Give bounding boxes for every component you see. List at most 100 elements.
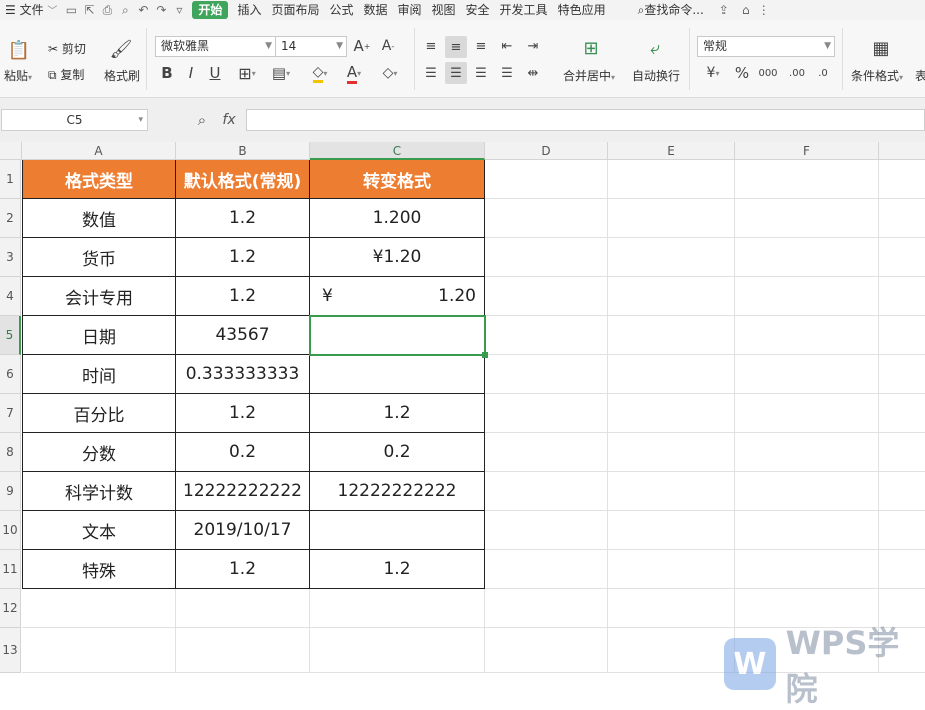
- cell-d10[interactable]: [485, 511, 608, 550]
- row-header-2[interactable]: 2: [0, 199, 21, 238]
- row-header-6[interactable]: 6: [0, 355, 21, 394]
- cell-d7[interactable]: [485, 394, 608, 433]
- cell-c7[interactable]: 1.2: [310, 394, 485, 433]
- tab-insert[interactable]: 插入: [232, 0, 266, 20]
- clear-format-icon[interactable]: ◇ ▾: [376, 63, 404, 83]
- cell-e8[interactable]: [608, 433, 735, 472]
- thousands-separator-icon[interactable]: 000: [758, 63, 778, 83]
- cell-c11[interactable]: 1.2: [310, 550, 485, 589]
- cell-g10[interactable]: [879, 511, 925, 550]
- decrease-decimal-icon[interactable]: .0: [812, 63, 834, 83]
- row-header-1[interactable]: 1: [0, 160, 21, 199]
- cell-d11[interactable]: [485, 550, 608, 589]
- cell-e10[interactable]: [608, 511, 735, 550]
- font-color-icon[interactable]: A ▾: [340, 63, 368, 84]
- increase-indent-icon[interactable]: ⇥: [523, 36, 543, 56]
- font-name-select[interactable]: 微软雅黑 ▼: [155, 36, 276, 57]
- cell-e2[interactable]: [608, 199, 735, 238]
- tab-page-layout[interactable]: 页面布局: [266, 0, 324, 20]
- cell-g7[interactable]: [879, 394, 925, 433]
- column-header-e[interactable]: E: [608, 142, 735, 160]
- search-command[interactable]: ⌕查找命令...: [633, 0, 709, 20]
- cell-d6[interactable]: [485, 355, 608, 394]
- cell-g9[interactable]: [879, 472, 925, 511]
- cell-e6[interactable]: [608, 355, 735, 394]
- save-icon[interactable]: ▭: [62, 0, 80, 20]
- conditional-format-icon[interactable]: ▦: [868, 36, 894, 60]
- row-header-12[interactable]: 12: [0, 589, 21, 628]
- border-icon[interactable]: ⊞ ▾: [234, 63, 260, 83]
- cell-f3[interactable]: [735, 238, 879, 277]
- tab-developer[interactable]: 开发工具: [495, 0, 553, 20]
- cell-a7[interactable]: 百分比: [22, 394, 176, 433]
- cell-a12[interactable]: [22, 589, 176, 628]
- cell-b4[interactable]: 1.2: [176, 277, 310, 316]
- cell-f2[interactable]: [735, 199, 879, 238]
- bold-icon[interactable]: B: [158, 63, 176, 83]
- cell-g1[interactable]: [879, 160, 925, 199]
- copy-button[interactable]: ⧉ 复制: [48, 66, 84, 83]
- cell-b1[interactable]: 默认格式(常规): [176, 160, 310, 199]
- cell-b8[interactable]: 0.2: [176, 433, 310, 472]
- cell-a13[interactable]: [22, 628, 176, 673]
- align-left-icon[interactable]: ☰: [421, 63, 441, 83]
- print-icon[interactable]: ⎙: [98, 0, 116, 20]
- column-header-g[interactable]: [879, 142, 925, 160]
- wrap-text-button[interactable]: 自动换行: [632, 67, 680, 84]
- cell-b9[interactable]: 12222222222: [176, 472, 310, 511]
- cell-f1[interactable]: [735, 160, 879, 199]
- cell-c12[interactable]: [310, 589, 485, 628]
- cell-f9[interactable]: [735, 472, 879, 511]
- cut-button[interactable]: ✂ 剪切: [48, 40, 86, 57]
- export-icon[interactable]: ⇱: [80, 0, 98, 20]
- row-header-9[interactable]: 9: [0, 472, 21, 511]
- increase-font-icon[interactable]: A +: [352, 36, 372, 56]
- cell-c2[interactable]: 1.200: [310, 199, 485, 238]
- tab-security[interactable]: 安全: [461, 0, 495, 20]
- paste-button[interactable]: 粘贴▾: [4, 67, 32, 84]
- cell-e9[interactable]: [608, 472, 735, 511]
- name-box[interactable]: C5 ▾: [1, 109, 148, 131]
- cell-a4[interactable]: 会计专用: [22, 277, 176, 316]
- paste-icon[interactable]: 📋: [8, 38, 30, 62]
- merge-center-icon[interactable]: ⊞: [578, 36, 604, 60]
- cell-b7[interactable]: 1.2: [176, 394, 310, 433]
- cell-d3[interactable]: [485, 238, 608, 277]
- row-header-8[interactable]: 8: [0, 433, 21, 472]
- row-header-13[interactable]: 13: [0, 628, 21, 673]
- cell-e12[interactable]: [608, 589, 735, 628]
- row-header-4[interactable]: 4: [0, 277, 21, 316]
- file-menu[interactable]: ☰ 文件 ﹀: [0, 0, 62, 20]
- redo-icon[interactable]: ↷: [152, 0, 170, 20]
- row-header-11[interactable]: 11: [0, 550, 21, 589]
- collapse-ribbon-icon[interactable]: ⌂: [737, 0, 755, 20]
- format-painter-icon[interactable]: 🖌: [110, 36, 133, 62]
- cell-d4[interactable]: [485, 277, 608, 316]
- merge-center-button[interactable]: 合并居中▾: [563, 67, 615, 84]
- cell-f11[interactable]: [735, 550, 879, 589]
- column-header-d[interactable]: D: [485, 142, 608, 160]
- select-all-corner[interactable]: [0, 142, 22, 160]
- cell-a5[interactable]: 日期: [22, 316, 176, 355]
- cell-g5[interactable]: [879, 316, 925, 355]
- currency-format-icon[interactable]: ¥ ▾: [700, 63, 726, 83]
- tab-view[interactable]: 视图: [427, 0, 461, 20]
- cell-e3[interactable]: [608, 238, 735, 277]
- cell-a1[interactable]: 格式类型: [22, 160, 176, 199]
- print-preview-icon[interactable]: ⌕: [116, 0, 134, 20]
- cell-g6[interactable]: [879, 355, 925, 394]
- cell-b6[interactable]: 0.333333333: [176, 355, 310, 394]
- number-format-select[interactable]: 常规 ▼: [697, 36, 835, 57]
- cell-d8[interactable]: [485, 433, 608, 472]
- cell-a10[interactable]: 文本: [22, 511, 176, 550]
- share-icon[interactable]: ⇪: [715, 0, 733, 20]
- row-header-5[interactable]: 5: [0, 316, 21, 355]
- tab-data[interactable]: 数据: [358, 0, 392, 20]
- column-header-f[interactable]: F: [735, 142, 879, 160]
- cell-g8[interactable]: [879, 433, 925, 472]
- wrap-text-icon[interactable]: ⤶: [642, 36, 668, 60]
- row-header-10[interactable]: 10: [0, 511, 21, 550]
- column-header-a[interactable]: A: [22, 142, 176, 160]
- cell-a11[interactable]: 特殊: [22, 550, 176, 589]
- formula-input[interactable]: [246, 109, 925, 131]
